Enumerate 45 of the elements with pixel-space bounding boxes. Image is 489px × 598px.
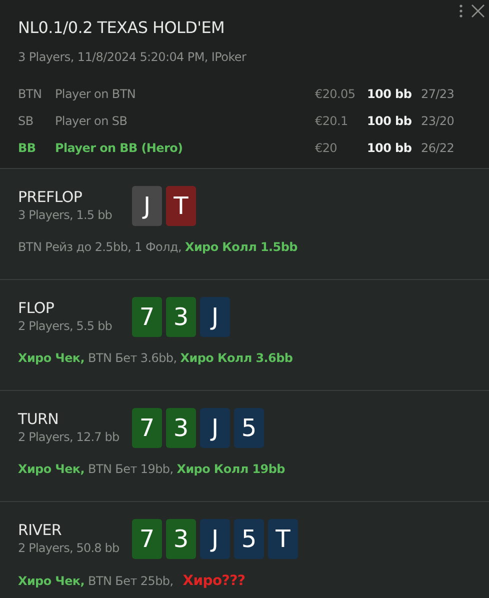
player-bb: 100 bb [367, 112, 413, 130]
playing-card: J [200, 519, 230, 559]
playing-card: 7 [132, 408, 162, 448]
game-title: NL0.1/0.2 TEXAS HOLD'EM [18, 17, 226, 39]
street-info: 2 Players, 50.8 bb [18, 540, 120, 556]
playing-card: 3 [166, 297, 196, 337]
player-stats: 26/22 [421, 140, 454, 156]
playing-card: 5 [234, 519, 264, 559]
action-line: BTN Рейз до 2.5bb, 1 Фолд, Хиро Колл 1.5bb [18, 239, 298, 256]
playing-card: T [166, 186, 196, 226]
player-bb: 100 bb [367, 86, 413, 102]
street-info: 3 Players, 1.5 bb [18, 206, 114, 224]
street-info: 2 Players, 5.5 bb [18, 318, 114, 334]
street-name: PREFLOP [18, 189, 84, 206]
more-icon[interactable] [459, 4, 463, 18]
playing-card: 7 [132, 297, 162, 337]
playing-card: 7 [132, 519, 162, 559]
close-icon[interactable] [471, 4, 485, 18]
action-line: Хиро Чек, BTN Бет 3.6bb, Хиро Колл 3.6bb [18, 350, 294, 367]
game-details: 3 Players, 11/8/2024 5:20:04 PM, IPoker [18, 49, 248, 66]
player-stats: 27/23 [421, 86, 454, 102]
playing-card: J [200, 408, 230, 448]
playing-card: 3 [166, 519, 196, 559]
playing-card: J [132, 186, 162, 226]
player-stats: 23/20 [421, 112, 454, 130]
action-line: Хиро Чек, BTN Бет 25bb, Хиро??? [18, 572, 246, 591]
playing-card: 5 [234, 408, 264, 448]
playing-card: J [200, 297, 230, 337]
street-name: FLOP [18, 300, 56, 316]
player-stack: €20.1 [315, 112, 349, 130]
playing-card: T [268, 519, 298, 559]
player-position: SB [18, 112, 34, 130]
action-line: Хиро Чек, BTN Бет 19bb, Хиро Колл 19bb [18, 461, 286, 478]
player-stack: €20 [315, 140, 338, 156]
player-name: Player on BTN [55, 86, 137, 102]
street-name: TURN [18, 411, 60, 428]
player-position: BTN [18, 86, 43, 102]
player-name: Player on SB [55, 112, 128, 130]
player-stack: €20.05 [315, 86, 356, 102]
playing-card: 3 [166, 408, 196, 448]
street-info: 2 Players, 12.7 bb [18, 428, 120, 446]
player-name: Player on BB (Hero) [55, 140, 184, 156]
player-position: BB [18, 140, 37, 156]
street-name: RIVER [18, 522, 63, 538]
player-bb: 100 bb [367, 140, 413, 156]
